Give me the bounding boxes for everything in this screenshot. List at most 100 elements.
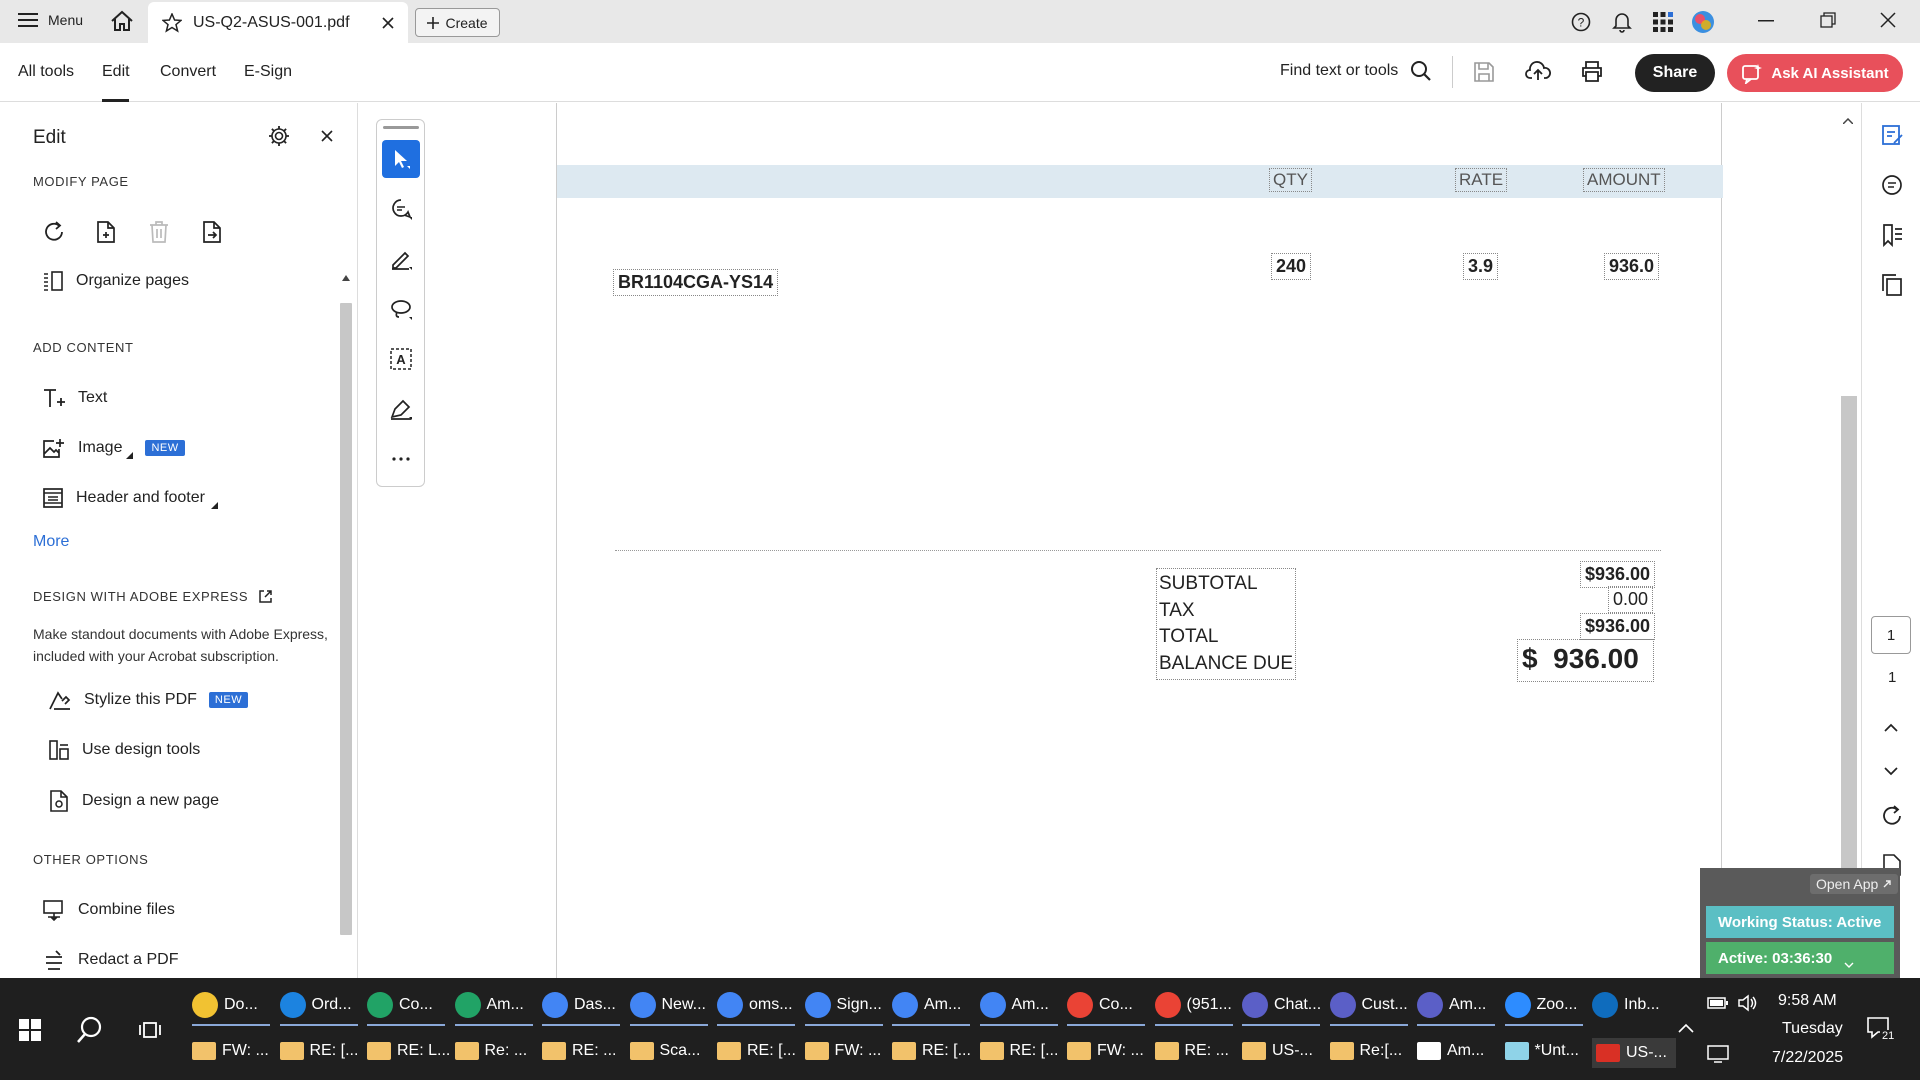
balance-due-value[interactable]: $ 936.00 [1517, 639, 1654, 682]
taskbar-mail-window[interactable]: Re:[... [1329, 1042, 1414, 1060]
subtotal-value[interactable]: $936.00 [1580, 561, 1656, 588]
totals-labels[interactable]: SUBTOTAL TAX TOTAL BALANCE DUE [1156, 568, 1297, 680]
taskbar-app-button[interactable]: Chat... [1242, 992, 1326, 1018]
taskbar-mail-window[interactable]: RE: [... [279, 1042, 364, 1060]
design-tools-item[interactable]: Use design tools [48, 739, 200, 761]
more-tools[interactable] [382, 440, 420, 478]
close-panel-icon[interactable] [321, 130, 333, 142]
scroll-up-chevron-icon[interactable] [1843, 118, 1853, 124]
apps-grid-icon[interactable] [1652, 11, 1674, 33]
external-link-icon[interactable] [258, 589, 273, 604]
taskbar-mail-window[interactable]: RE: ... [542, 1042, 626, 1060]
taskbar-mail-window[interactable]: FW: ... [1067, 1042, 1151, 1060]
amount-value[interactable]: 936.0 [1604, 253, 1660, 280]
header-footer-item[interactable]: Header and footer [42, 487, 218, 509]
taskbar-search-icon[interactable] [76, 1016, 104, 1044]
taskbar-mail-window[interactable]: RE: [... [892, 1042, 976, 1060]
organize-pages-item[interactable]: Organize pages [42, 270, 189, 292]
windows-start-icon[interactable] [19, 1019, 41, 1041]
taskbar-mail-window[interactable]: FW: ... [192, 1042, 276, 1060]
show-hidden-icons-chevron[interactable] [1678, 1023, 1694, 1033]
document-tab[interactable]: US-Q2-ASUS-001.pdf [148, 2, 408, 43]
tab-e-sign[interactable]: E-Sign [244, 63, 292, 81]
taskbar-day[interactable]: Tuesday [1782, 1020, 1843, 1038]
scroll-up-arrow-icon[interactable] [342, 275, 350, 281]
redact-pdf-item[interactable]: Redact a PDF [42, 949, 178, 971]
bell-icon[interactable] [1612, 11, 1632, 33]
share-button[interactable]: Share [1635, 54, 1715, 92]
bookmark-rail-icon[interactable] [1880, 223, 1904, 247]
taskbar-date[interactable]: 7/22/2025 [1772, 1049, 1843, 1067]
minimize-icon[interactable] [1758, 20, 1774, 22]
stylize-pdf-item[interactable]: Stylize this PDF NEW [48, 689, 249, 711]
taskbar-app-button[interactable]: Zoo... [1504, 992, 1589, 1018]
taskbar-mail-window[interactable]: Re: ... [454, 1042, 539, 1060]
find-tools-search[interactable]: Find text or tools [1280, 60, 1432, 82]
highlight-tool[interactable] [382, 240, 420, 278]
more-link[interactable]: More [33, 533, 69, 551]
save-icon[interactable] [1473, 61, 1495, 83]
taskbar-mail-window[interactable]: RE: L... [367, 1042, 451, 1060]
design-new-page-item[interactable]: Design a new page [48, 789, 219, 813]
panel-scrollbar[interactable] [338, 271, 354, 1071]
taskbar-app-button[interactable]: Am... [979, 992, 1064, 1018]
item-code[interactable]: BR1104CGA-YS14 [613, 269, 779, 296]
taskbar-mail-window[interactable]: US-... [1592, 1038, 1676, 1068]
collapse-chevron-icon[interactable] [1844, 962, 1854, 968]
next-page-icon[interactable] [1884, 767, 1898, 776]
refresh-icon[interactable] [1881, 805, 1903, 827]
taskbar-app-button[interactable]: Am... [1417, 992, 1501, 1018]
tab-edit[interactable]: Edit [102, 63, 130, 81]
task-view-icon[interactable] [138, 1018, 162, 1042]
combine-files-item[interactable]: Combine files [42, 899, 175, 921]
battery-icon[interactable] [1707, 995, 1729, 1011]
taskbar-app-button[interactable]: (951... [1154, 992, 1239, 1018]
taskbar-mail-window[interactable]: Sca... [629, 1042, 714, 1060]
taskbar-app-button[interactable]: oms... [717, 992, 801, 1018]
delete-page-icon[interactable] [148, 220, 170, 244]
gear-icon[interactable] [268, 125, 290, 147]
network-icon[interactable] [1707, 1045, 1729, 1063]
taskbar-app-button[interactable]: Cust... [1329, 992, 1414, 1018]
draw-tool[interactable] [382, 290, 420, 328]
taskbar-time[interactable]: 9:58 AM [1778, 992, 1837, 1010]
tab-all-tools[interactable]: All tools [18, 63, 74, 81]
qty-value[interactable]: 240 [1271, 253, 1312, 280]
taskbar-mail-window[interactable]: Am... [1417, 1042, 1501, 1060]
extract-page-icon[interactable] [201, 220, 223, 244]
pages-rail-icon[interactable] [1880, 273, 1904, 297]
taskbar-mail-window[interactable]: *Unt... [1504, 1042, 1589, 1060]
taskbar-app-button[interactable]: Inb... [1592, 992, 1676, 1018]
page-number-input[interactable]: 1 [1871, 616, 1911, 654]
rate-header[interactable]: RATE [1455, 168, 1508, 192]
taskbar-mail-window[interactable]: RE: [... [979, 1042, 1064, 1060]
tax-value[interactable]: 0.00 [1608, 586, 1654, 613]
sign-tool[interactable] [382, 390, 420, 428]
taskbar-app-button[interactable]: Co... [367, 992, 451, 1018]
taskbar-app-button[interactable]: New... [629, 992, 714, 1018]
add-image-item[interactable]: Image NEW [42, 437, 185, 459]
close-tab-icon[interactable] [382, 17, 394, 29]
help-icon[interactable]: ? [1571, 12, 1591, 32]
comment-rail-icon[interactable] [1880, 173, 1904, 197]
select-tool[interactable] [382, 140, 420, 178]
open-app-button[interactable]: Open App [1810, 874, 1899, 894]
drag-handle[interactable] [383, 126, 419, 129]
taskbar-mail-window[interactable]: RE: ... [1154, 1042, 1239, 1060]
profile-avatar-icon[interactable] [1691, 10, 1715, 34]
taskbar-mail-window[interactable]: US-... [1242, 1042, 1326, 1060]
rotate-icon[interactable] [43, 221, 65, 243]
amount-header[interactable]: AMOUNT [1583, 168, 1665, 192]
volume-icon[interactable] [1737, 994, 1759, 1012]
taskbar-app-button[interactable]: Co... [1067, 992, 1151, 1018]
insert-page-icon[interactable] [95, 220, 117, 244]
taskbar-app-button[interactable]: Am... [454, 992, 539, 1018]
close-window-icon[interactable] [1880, 12, 1896, 28]
qty-header[interactable]: QTY [1269, 168, 1312, 192]
taskbar-mail-window[interactable]: RE: [... [717, 1042, 801, 1060]
text-box-tool[interactable]: A [382, 340, 420, 378]
document-scrollbar[interactable] [1838, 103, 1858, 978]
edit-pdf-rail-icon[interactable] [1880, 123, 1904, 147]
panel-scroll-thumb[interactable] [340, 303, 352, 935]
previous-page-icon[interactable] [1884, 723, 1898, 732]
